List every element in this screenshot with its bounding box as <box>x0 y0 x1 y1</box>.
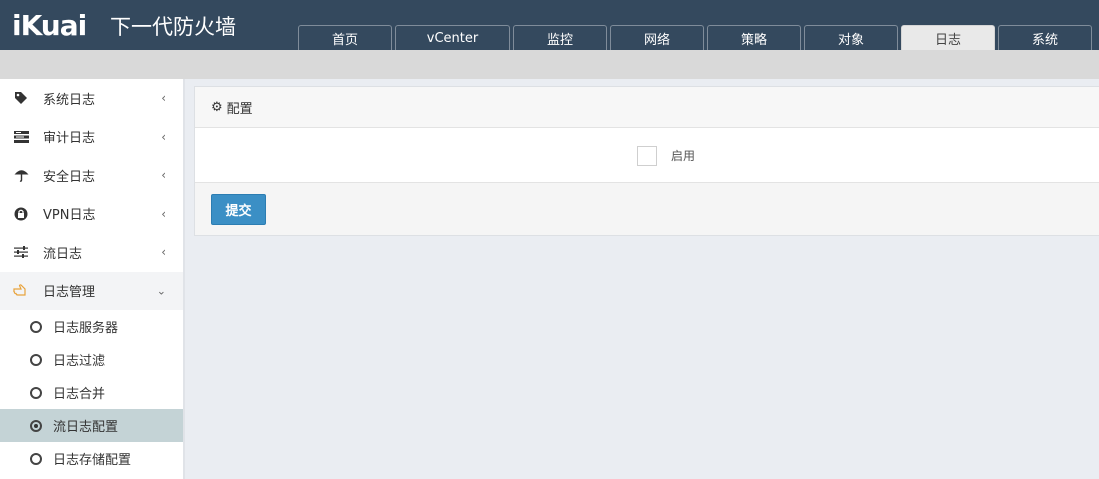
top-header: iKuai 下一代防火墙 首页 vCenter 监控 网络 策略 对象 日志 系… <box>0 0 1099 50</box>
gear-icon: ⚙ <box>211 99 223 115</box>
radio-circle-icon <box>30 386 42 399</box>
chevron-left-icon: ‹ <box>161 91 166 106</box>
sidebar-item-label: 日志管理 <box>43 285 96 301</box>
tab-network[interactable]: 网络 <box>610 25 704 50</box>
tab-vcenter[interactable]: vCenter <box>395 25 510 50</box>
sidebar-item-flow-log[interactable]: 流日志 ‹ <box>0 233 183 272</box>
sidebar-item-security-log[interactable]: 安全日志 ‹ <box>0 156 183 195</box>
sidebar-subitem-flow-log-config[interactable]: 流日志配置 <box>0 409 183 442</box>
sliders-icon <box>12 244 30 260</box>
sidebar-item-log-management[interactable]: 日志管理 ⌄ <box>0 271 183 310</box>
sidebar-item-label: 流日志 <box>43 246 83 262</box>
sidebar-item-audit-log[interactable]: 审计日志 ‹ <box>0 118 183 157</box>
sidebar-item-label: 审计日志 <box>43 131 96 147</box>
chevron-down-icon: ⌄ <box>156 284 166 298</box>
umbrella-icon <box>12 167 30 183</box>
sidebar-item-label: 安全日志 <box>43 169 96 185</box>
sidebar-item-vpn-log[interactable]: VPN日志 ‹ <box>0 195 183 234</box>
panel-header: ⚙ 配置 <box>195 87 1099 128</box>
sidebar-subitem-log-storage-config[interactable]: 日志存储配置 <box>0 442 183 475</box>
sub-toolbar <box>0 50 1099 79</box>
submit-button[interactable]: 提交 <box>211 194 266 225</box>
product-title: 下一代防火墙 <box>110 15 236 39</box>
chevron-left-icon: ‹ <box>161 168 166 183</box>
sidebar-subitem-log-filter[interactable]: 日志过滤 <box>0 343 183 376</box>
tag-icon <box>12 90 30 106</box>
sidebar-subitem-label: 日志存储配置 <box>53 453 132 468</box>
sidebar-subitem-log-server[interactable]: 日志服务器 <box>0 310 183 343</box>
sidebar-item-system-log[interactable]: 系统日志 ‹ <box>0 79 183 118</box>
sidebar-subitem-log-merge[interactable]: 日志合并 <box>0 376 183 409</box>
config-panel: ⚙ 配置 启用 提交 <box>194 86 1099 236</box>
sidebar-item-label: 系统日志 <box>43 92 96 108</box>
radio-circle-icon <box>30 353 42 366</box>
chevron-left-icon: ‹ <box>161 245 166 260</box>
tab-system[interactable]: 系统 <box>998 25 1092 50</box>
ikuai-logo[interactable]: iKuai <box>12 8 87 42</box>
list-icon <box>12 129 30 145</box>
logo-text: iKuai <box>12 8 87 42</box>
radio-circle-icon <box>30 320 42 333</box>
panel-body: 启用 <box>195 128 1099 183</box>
tab-policy[interactable]: 策略 <box>707 25 801 50</box>
tab-home[interactable]: 首页 <box>298 25 392 50</box>
sidebar-item-label: VPN日志 <box>43 208 96 224</box>
panel-title: 配置 <box>226 101 253 117</box>
sidebar: 系统日志 ‹ 审计日志 ‹ 安全日志 ‹ VPN日志 ‹ 流日志 ‹ 日志管理 … <box>0 79 185 479</box>
enable-label: 启用 <box>671 149 696 163</box>
tab-log[interactable]: 日志 <box>901 25 995 50</box>
chevron-left-icon: ‹ <box>161 206 166 221</box>
chevron-left-icon: ‹ <box>161 129 166 144</box>
lock-icon <box>12 206 30 222</box>
radio-circle-icon <box>30 452 42 465</box>
sidebar-subitem-label: 流日志配置 <box>53 420 119 435</box>
tab-object[interactable]: 对象 <box>804 25 898 50</box>
sidebar-subitem-label: 日志合并 <box>53 387 106 402</box>
hand-pointer-icon <box>12 283 30 299</box>
radio-selected-icon <box>30 419 42 432</box>
enable-checkbox[interactable] <box>637 146 657 166</box>
panel-footer: 提交 <box>195 183 1099 235</box>
sidebar-subitem-label: 日志服务器 <box>53 321 119 336</box>
main-nav: 首页 vCenter 监控 网络 策略 对象 日志 系统 <box>298 25 1095 50</box>
sidebar-subitem-label: 日志过滤 <box>53 354 106 369</box>
tab-monitor[interactable]: 监控 <box>513 25 607 50</box>
